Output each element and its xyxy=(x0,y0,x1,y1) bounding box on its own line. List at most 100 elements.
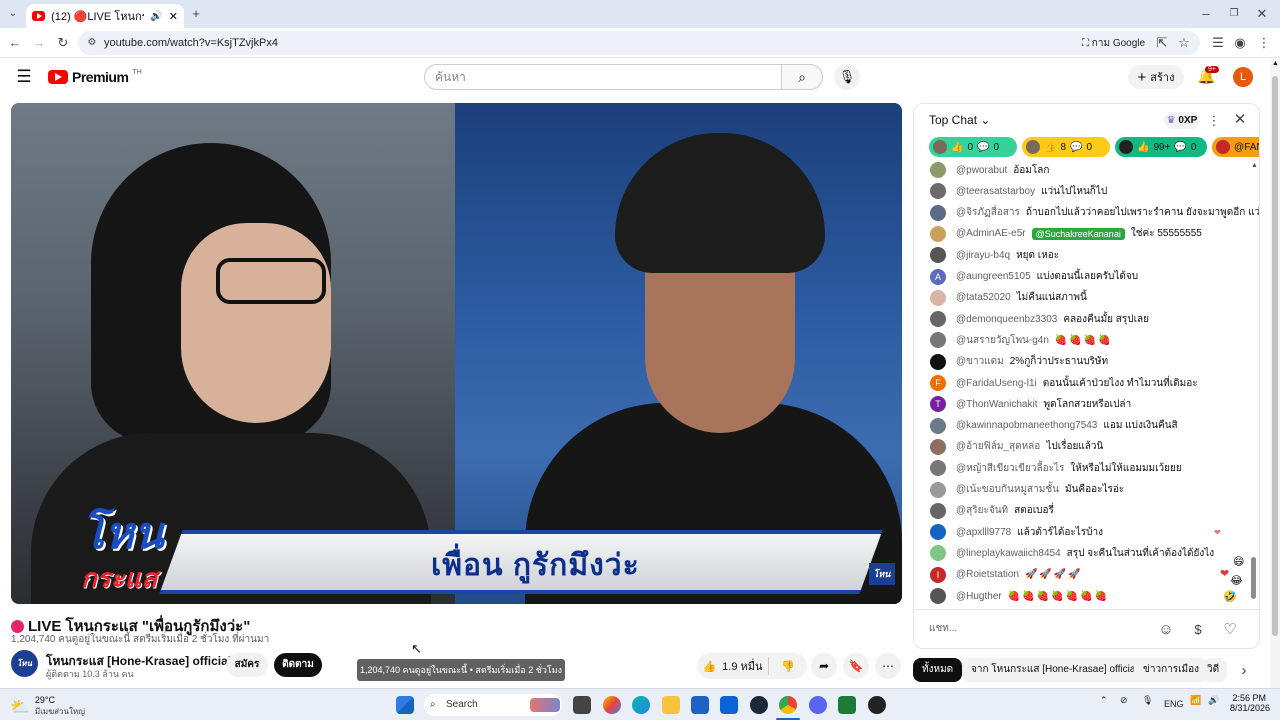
chat-scrollbar[interactable]: ▲ xyxy=(1251,162,1258,602)
new-tab-plus-icon[interactable]: + xyxy=(188,6,204,22)
chat-message[interactable]: @pworabut อ้อมโลก xyxy=(930,161,1049,179)
chip-politics[interactable]: ข่าวการเมือง xyxy=(1134,658,1209,682)
clock[interactable]: 2:56 PM 8/31/2026 xyxy=(1230,693,1270,713)
chat-author-name[interactable]: @นสรายวัญโพน-g4n xyxy=(956,333,1049,348)
highlight-pill[interactable]: @FAN xyxy=(1212,137,1259,157)
task-view-icon[interactable] xyxy=(573,696,591,714)
chat-message[interactable]: @เน้ะขอบกันหมูสามชั้น มันคืออะไรอ่ะ xyxy=(930,481,1124,499)
chat-author-name[interactable]: @Hugther xyxy=(956,591,1002,602)
chat-author-avatar[interactable] xyxy=(930,162,946,178)
page-scrollbar[interactable]: ▲ xyxy=(1270,58,1280,688)
windows-start-icon[interactable] xyxy=(396,696,414,714)
file-explorer-icon[interactable] xyxy=(662,696,680,714)
chat-message[interactable]: @teerasatstarboy แว่นไปไหนก็ไป xyxy=(930,182,1107,200)
copilot-icon[interactable] xyxy=(603,696,621,714)
back-arrow-icon[interactable]: ← xyxy=(7,35,23,51)
chat-author-avatar[interactable] xyxy=(930,417,946,434)
browser-menu-icon[interactable]: ⋮ xyxy=(1256,35,1272,51)
tab-audio-icon[interactable]: 🔊 xyxy=(150,11,162,22)
browser-tab-youtube[interactable]: (12) 🔴LIVE โหนกระแส "เพื่อนกู... 🔊 ✕ xyxy=(26,4,184,28)
microsoft-store-icon[interactable] xyxy=(691,696,709,714)
highlight-pill[interactable]: 👍 0 💬 0 xyxy=(929,137,1017,157)
weather-widget[interactable]: ⛅ 29°C มีเมฆส่วนใหญ่ xyxy=(10,695,85,718)
create-button[interactable]: + สร้าง xyxy=(1128,65,1184,89)
chat-message[interactable]: @kawinnapobmaneethong7543 แอม แบ่งเงินคืน… xyxy=(930,417,1178,435)
more-actions-button[interactable]: ⋯ xyxy=(875,653,901,679)
tab-close-icon[interactable]: ✕ xyxy=(169,10,178,23)
channel-avatar[interactable]: โหน xyxy=(11,650,38,677)
speaker-icon[interactable]: 🔊 xyxy=(1208,695,1219,706)
chat-author-name[interactable]: @tata52020 xyxy=(956,292,1011,303)
chat-author-name[interactable]: @pworabut xyxy=(956,165,1007,176)
chat-author-avatar[interactable]: I xyxy=(930,566,946,583)
profile-icon[interactable]: ◉ xyxy=(1232,35,1248,51)
edge-browser-icon[interactable] xyxy=(632,696,650,714)
install-app-icon[interactable]: ⇱ xyxy=(1154,35,1170,51)
chat-message[interactable]: I @Roietstation 🚀🚀🚀🚀 xyxy=(930,566,1083,584)
chat-author-avatar[interactable] xyxy=(930,247,946,264)
chat-author-avatar[interactable] xyxy=(930,502,946,519)
chat-author-name[interactable]: @หญ้าสีเขียวเขียวลื้อะไร xyxy=(956,461,1064,476)
chat-author-name[interactable]: @demonqueenbz3303 xyxy=(956,314,1057,325)
page-scroll-up-icon[interactable]: ▲ xyxy=(1272,60,1279,67)
address-bar[interactable]: ⚙ youtube.com/watch?v=KsjTZvjkPx4 ⛶ กาม … xyxy=(78,31,1200,55)
forward-arrow-icon[interactable]: → xyxy=(31,35,47,51)
chat-author-avatar[interactable] xyxy=(930,204,946,221)
chip-all[interactable]: ทั้งหมด xyxy=(913,658,963,682)
reload-icon[interactable]: ↻ xyxy=(55,35,71,51)
chat-message[interactable]: @tata52020 ไม่คืนแน่สภาพนี้ xyxy=(930,289,1087,307)
restore-window-icon[interactable]: ❐ xyxy=(1226,6,1242,22)
chat-mode-dropdown[interactable]: Top Chat ⌄ xyxy=(929,113,990,127)
emoji-icon[interactable]: ☺ xyxy=(1158,622,1174,638)
chat-author-avatar[interactable] xyxy=(930,332,946,349)
steam-icon[interactable] xyxy=(750,696,768,714)
youtube-premium-logo[interactable]: Premium TH xyxy=(48,69,142,85)
chat-input[interactable]: แชท... xyxy=(929,619,1154,639)
hamburger-menu-icon[interactable]: ☰ xyxy=(16,68,32,85)
chat-author-name[interactable]: @kawinnapobmaneethong7543 xyxy=(956,420,1097,431)
chat-menu-icon[interactable]: ⋮ xyxy=(1206,113,1222,129)
outlook-icon[interactable] xyxy=(720,696,738,714)
video-player[interactable]: เพื่อน กูรักมึงว่ะ โหน กระแส โหน xyxy=(11,103,902,604)
search-input[interactable]: ค้นหา xyxy=(424,64,782,90)
discord-icon[interactable] xyxy=(809,696,827,714)
chat-message[interactable]: @AdminAE-e5r @SuchakreeKananai ใช่ค่ะ 5555… xyxy=(930,225,1202,243)
chat-author-name[interactable]: @FaridaUseng-l1i xyxy=(956,378,1037,389)
chrome-icon[interactable] xyxy=(779,696,797,714)
chat-author-name[interactable]: @apxlll9778 xyxy=(956,527,1011,538)
account-avatar[interactable]: L xyxy=(1233,67,1253,87)
chip-videos[interactable]: วิดี xyxy=(1203,658,1227,682)
tray-mic-icon[interactable]: 🎙 xyxy=(1142,695,1153,706)
page-scroll-thumb[interactable] xyxy=(1272,76,1278,636)
chat-mention-chip[interactable]: @SuchakreeKananai xyxy=(1031,227,1125,240)
chat-message[interactable]: @อ้ายฟิล์ม_สุดหล่อ ไปเรื่อยแล้วนิ xyxy=(930,438,1103,456)
chat-message[interactable]: @Hugther 🍓🍓🍓🍓🍓🍓🍓 xyxy=(930,587,1109,605)
chat-author-name[interactable]: @อ้ายฟิล์ม_สุดหล่อ xyxy=(956,439,1040,454)
chat-author-avatar[interactable] xyxy=(930,289,946,306)
close-window-icon[interactable]: ✕ xyxy=(1254,6,1270,22)
search-button[interactable]: ⌕ xyxy=(781,64,823,90)
dislike-button[interactable]: 👎 xyxy=(769,660,807,673)
heart-icon[interactable]: ♡ xyxy=(1222,622,1238,638)
app-icon[interactable] xyxy=(868,696,886,714)
chat-author-name[interactable]: @สุริยะจันทิ xyxy=(956,503,1008,518)
reading-list-icon[interactable]: ☰ xyxy=(1210,35,1226,51)
chat-author-avatar[interactable] xyxy=(930,545,946,562)
join-button[interactable]: สมัคร xyxy=(226,653,268,677)
chat-message[interactable]: @นสรายวัญโพน-g4n 🍓🍓🍓🍓 xyxy=(930,331,1113,349)
chat-author-name[interactable]: @teerasatstarboy xyxy=(956,186,1035,197)
calculator-icon[interactable] xyxy=(838,696,856,714)
taskbar-search[interactable]: ⌕ Search xyxy=(424,694,562,716)
chat-message[interactable]: @จิรภัฏสื่อสาร ถ้าบอกไปแล้วว่าคอยไปเพราะร… xyxy=(930,204,1259,222)
bookmark-star-icon[interactable]: ☆ xyxy=(1176,35,1192,51)
chat-author-avatar[interactable]: A xyxy=(930,268,946,285)
super-chat-icon[interactable]: $ xyxy=(1190,622,1206,638)
chat-author-name[interactable]: @เน้ะขอบกันหมูสามชั้น xyxy=(956,482,1059,497)
xp-badge[interactable]: ♛ 0XP xyxy=(1164,112,1200,129)
chat-message[interactable]: @apxlll9778 แล้วต้าร์ได้อะไรบ้าง xyxy=(930,523,1103,541)
chip-from-channel[interactable]: จาก โหนกระแส [Hone-Krasae] official xyxy=(962,658,1147,682)
chat-message[interactable]: @jirayu-b4q หยุด เหอะ xyxy=(930,246,1059,264)
scroll-up-arrow-icon[interactable]: ▲ xyxy=(1251,162,1258,169)
voice-search-button[interactable]: 🎙 xyxy=(834,64,860,90)
chat-author-name[interactable]: @aungreen5105 xyxy=(956,271,1031,282)
